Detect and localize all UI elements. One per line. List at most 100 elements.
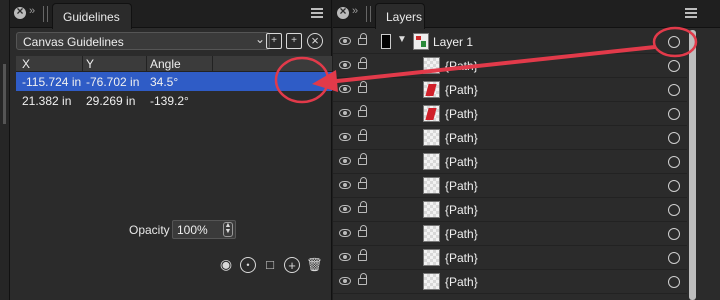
col-y-header[interactable]: Y — [86, 57, 94, 71]
color-pick-icon[interactable]: • — [240, 257, 256, 273]
path-row[interactable]: {Path} — [333, 126, 687, 150]
lock-icon[interactable] — [358, 57, 367, 69]
path-row[interactable]: {Path} — [333, 102, 687, 126]
path-name: {Path} — [445, 131, 478, 145]
lock-icon[interactable] — [358, 33, 367, 45]
eye-icon[interactable] — [339, 253, 351, 261]
path-thumbnail — [423, 249, 440, 266]
panel-menu-icon[interactable] — [685, 8, 697, 20]
table-row[interactable]: 21.382 in 29.269 in -139.2° — [16, 91, 332, 110]
guidelines-source-select[interactable]: Canvas Guidelines ⌄ — [16, 32, 270, 50]
lock-icon[interactable] — [358, 129, 367, 141]
cell-y: -76.702 in — [86, 75, 140, 89]
select-circle-icon[interactable] — [668, 252, 680, 264]
trash-icon[interactable]: 🗑 — [306, 257, 323, 273]
lock-icon[interactable] — [358, 273, 367, 285]
eye-icon[interactable] — [339, 205, 351, 213]
lock-icon[interactable] — [358, 225, 367, 237]
path-row[interactable]: {Path} — [333, 78, 687, 102]
layer-row[interactable]: ▼ Layer 1 — [333, 30, 687, 54]
eye-icon[interactable] — [339, 277, 351, 285]
path-row[interactable]: {Path} — [333, 222, 687, 246]
path-thumbnail — [423, 273, 440, 290]
select-circle-icon[interactable] — [668, 84, 680, 96]
cell-angle: 34.5° — [150, 75, 179, 89]
select-value: Canvas Guidelines — [23, 35, 124, 49]
path-row[interactable]: {Path} — [333, 54, 687, 78]
path-row[interactable]: {Path} — [333, 198, 687, 222]
tab-layers[interactable]: Layers — [375, 3, 425, 29]
eye-icon[interactable] — [339, 229, 351, 237]
eye-icon[interactable] — [339, 181, 351, 189]
lock-icon[interactable] — [358, 81, 367, 93]
eye-icon[interactable] — [339, 61, 351, 69]
path-name: {Path} — [445, 107, 478, 121]
select-circle-icon[interactable] — [668, 156, 680, 168]
cell-x: -115.724 in — [22, 75, 82, 89]
table-row[interactable]: -115.724 in -76.702 in 34.5° — [16, 72, 332, 91]
path-row[interactable]: {Path} — [333, 150, 687, 174]
select-circle-icon[interactable] — [668, 36, 680, 48]
path-name: {Path} — [445, 179, 478, 193]
add-page-icon[interactable]: + — [266, 33, 282, 49]
lock-icon[interactable] — [358, 153, 367, 165]
close-panel-icon[interactable] — [337, 4, 349, 19]
opacity-value: 100% — [177, 223, 208, 237]
guidelines-table: X Y Angle -115.724 in -76.702 in 34.5° 2… — [16, 56, 332, 110]
add-guide-icon[interactable]: + — [286, 33, 302, 49]
lock-icon[interactable] — [358, 249, 367, 261]
table-header: X Y Angle — [16, 56, 332, 72]
path-thumbnail — [423, 153, 440, 170]
path-row[interactable]: {Path} — [333, 270, 687, 294]
opacity-label: Opacity — [129, 223, 170, 237]
add-icon[interactable]: + — [284, 257, 300, 273]
layer-thumbnail — [413, 33, 429, 50]
select-circle-icon[interactable] — [668, 204, 680, 216]
layers-panel: » Layers ▼ Layer 1 {Path} {Path} {Path} {Pa… — [333, 0, 720, 300]
close-panel-icon[interactable] — [14, 4, 26, 19]
path-thumbnail — [423, 105, 440, 122]
path-row[interactable]: {Path} — [333, 246, 687, 270]
eye-icon[interactable]: ◉ — [218, 257, 234, 273]
select-circle-icon[interactable] — [668, 108, 680, 120]
opacity-stepper[interactable]: ▲ ▼ — [223, 222, 233, 237]
remove-guide-icon[interactable]: × — [307, 33, 323, 49]
eye-icon[interactable] — [339, 85, 351, 93]
guidelines-tabbar: » Guidelines — [10, 0, 331, 29]
cell-x: 21.382 in — [22, 94, 72, 108]
left-edge-strip — [0, 0, 10, 300]
select-circle-icon[interactable] — [668, 228, 680, 240]
drag-grip-icon[interactable] — [43, 6, 48, 22]
eye-icon[interactable] — [339, 109, 351, 117]
eye-icon[interactable] — [339, 157, 351, 165]
col-angle-header[interactable]: Angle — [150, 57, 181, 71]
tab-guidelines[interactable]: Guidelines — [52, 3, 132, 29]
layer-name: Layer 1 — [433, 35, 474, 49]
path-name: {Path} — [445, 227, 478, 241]
lock-icon[interactable]: □ — [262, 257, 278, 273]
chevron-down-icon: ⌄ — [254, 32, 265, 46]
select-circle-icon[interactable] — [668, 180, 680, 192]
layer-color-swatch — [381, 34, 391, 49]
select-circle-icon[interactable] — [668, 132, 680, 144]
panel-menu-icon[interactable] — [311, 8, 323, 20]
select-circle-icon[interactable] — [668, 60, 680, 72]
collapse-arrows-icon[interactable]: » — [352, 5, 358, 17]
eye-icon[interactable] — [339, 37, 351, 45]
scrollbar[interactable] — [689, 30, 696, 300]
lock-icon[interactable] — [358, 105, 367, 117]
drag-grip-icon[interactable] — [366, 6, 371, 22]
path-thumbnail — [423, 225, 440, 242]
lock-icon[interactable] — [358, 201, 367, 213]
eye-icon[interactable] — [339, 133, 351, 141]
col-x-header[interactable]: X — [22, 57, 30, 71]
path-row[interactable]: {Path} — [333, 174, 687, 198]
disclosure-triangle-icon[interactable]: ▼ — [397, 34, 407, 45]
path-name: {Path} — [445, 203, 478, 217]
select-circle-icon[interactable] — [668, 276, 680, 288]
path-name: {Path} — [445, 275, 478, 289]
path-thumbnail — [423, 57, 440, 74]
collapse-arrows-icon[interactable]: » — [29, 5, 35, 17]
opacity-field[interactable]: 100% ▲ ▼ — [172, 220, 236, 239]
lock-icon[interactable] — [358, 177, 367, 189]
